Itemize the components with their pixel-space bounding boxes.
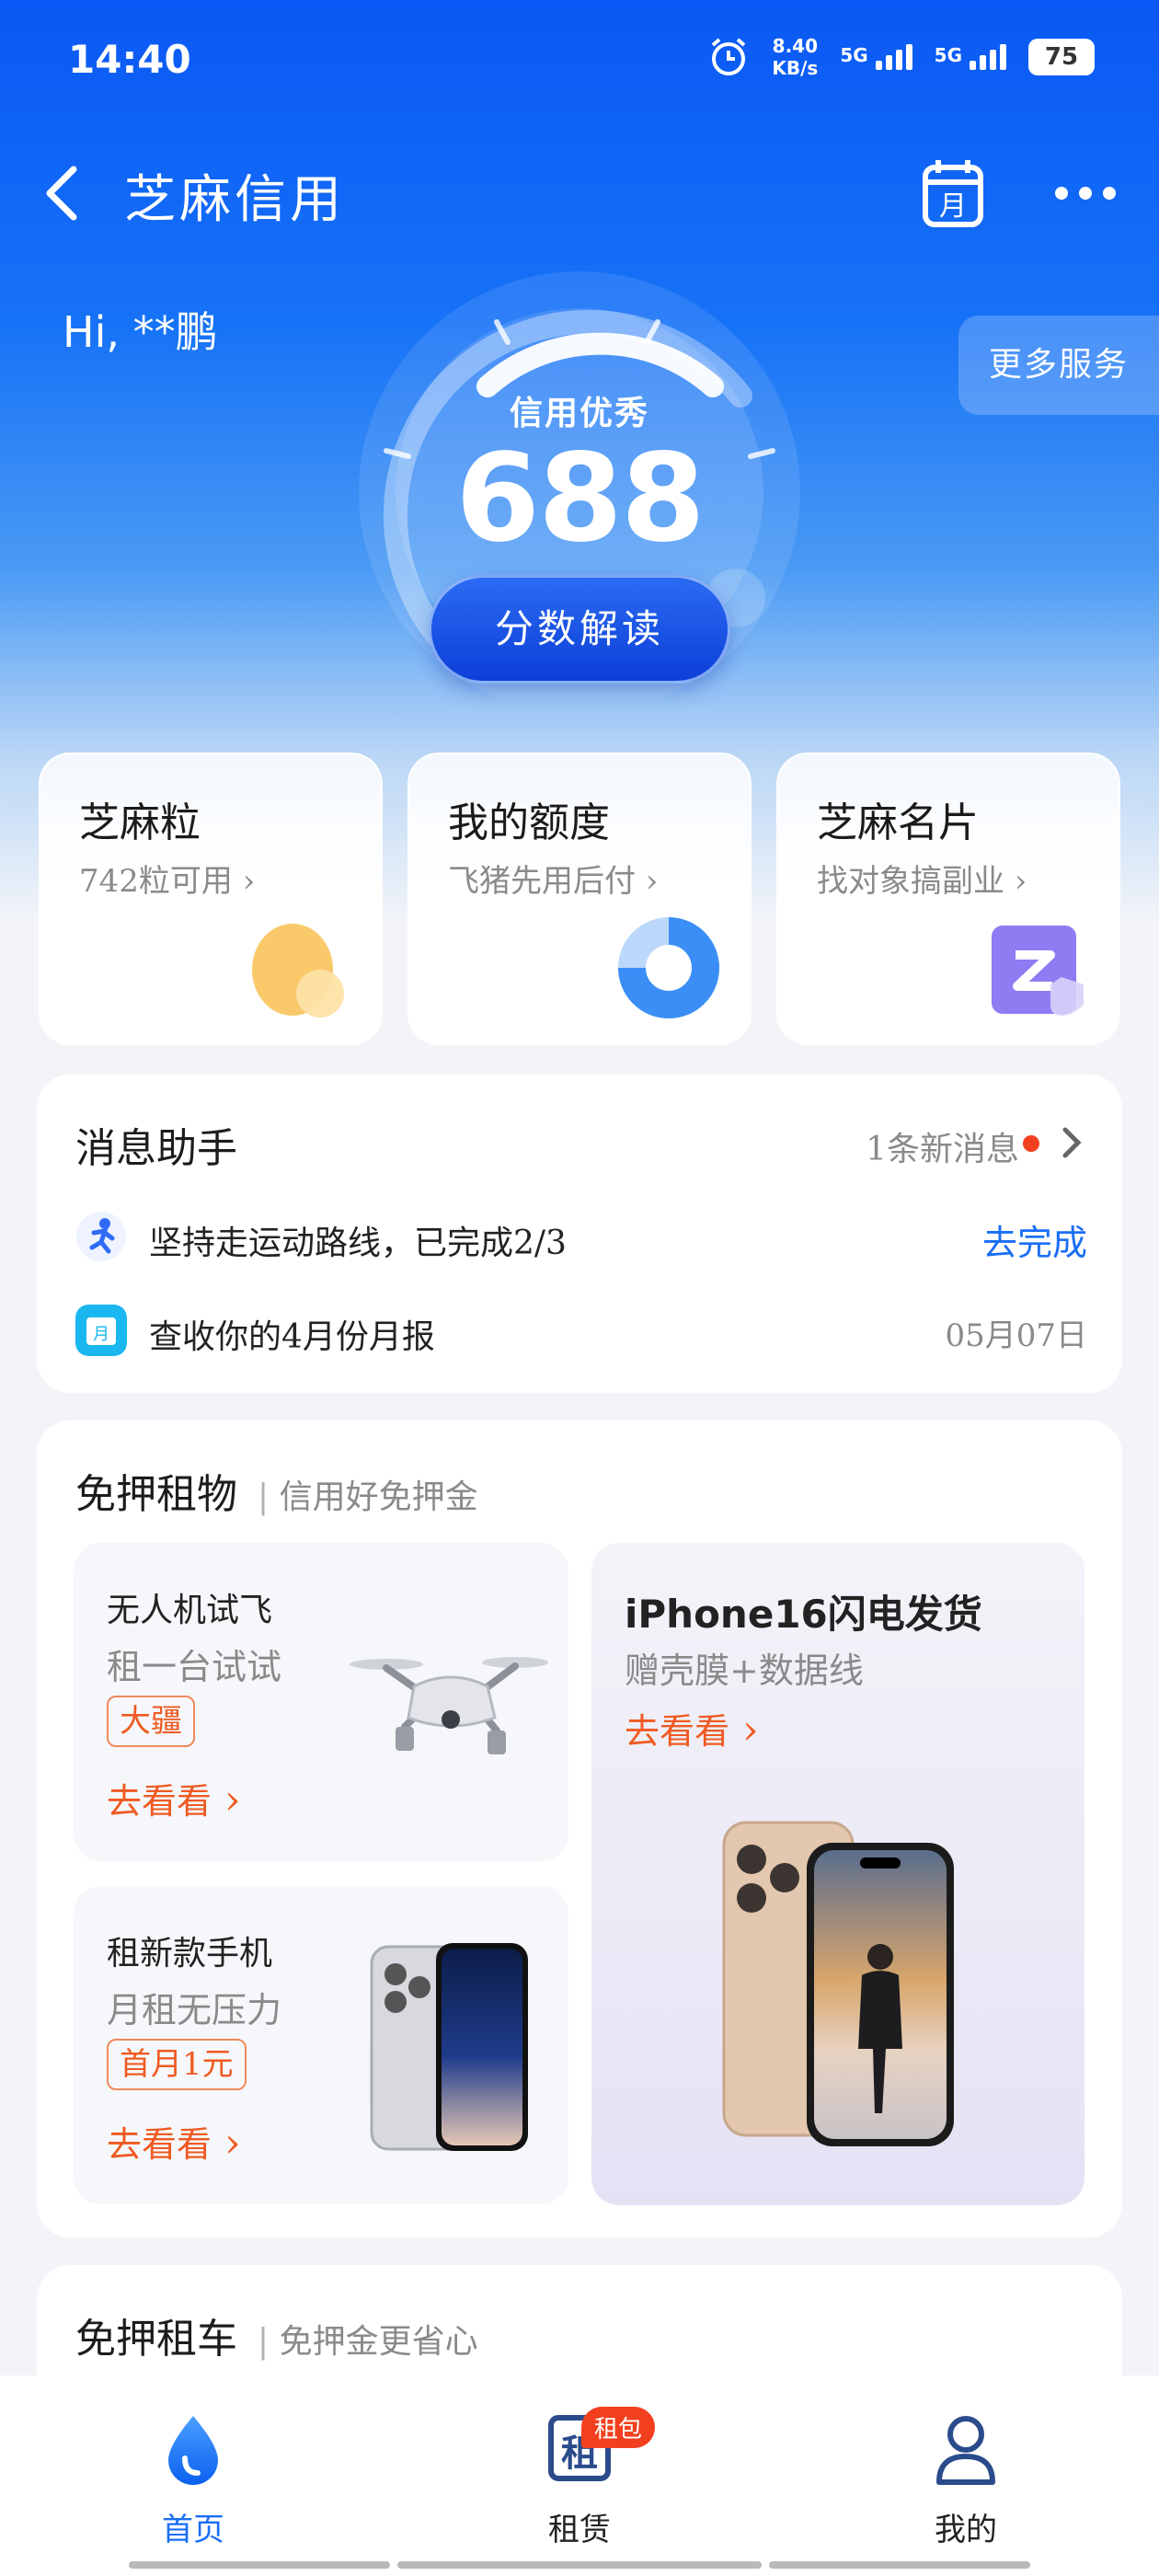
bottom-tab-bar: 首页 租 租包 租赁 我的 — [0, 2375, 1159, 2576]
quick-card-my-limit[interactable]: 我的额度 飞猪先用后付 › — [407, 753, 752, 1045]
more-icon[interactable] — [1049, 175, 1122, 212]
battery-icon: 75 — [1028, 39, 1095, 75]
unread-dot — [1023, 1135, 1039, 1152]
score-interpret-button[interactable]: 分数解读 — [429, 575, 730, 684]
message-assistant-title: 消息助手 — [75, 1125, 237, 1172]
back-icon[interactable] — [37, 156, 92, 230]
view-link[interactable]: 去看看 — [107, 1773, 241, 1823]
tab-home[interactable]: 首页 — [101, 2412, 285, 2550]
section-subtitle: 免押金更省心 — [258, 2315, 478, 2363]
status-bar: 14:40 8.40 KB/s 5G 5G 75 — [0, 0, 1159, 120]
alarm-icon — [712, 38, 746, 75]
phone-rental-tile[interactable]: 租新款手机 月租无压力 首月1元 去看看 — [74, 1886, 568, 2204]
page-title: 芝麻信用 — [124, 170, 345, 230]
calendar-icon: 月 — [75, 1305, 127, 1356]
credit-score: 688 — [455, 428, 706, 569]
more-services-button[interactable]: 更多服务 — [958, 316, 1159, 415]
calendar-icon-glyph: 月 — [939, 190, 967, 223]
drone-tile[interactable]: 无人机试飞 租一台试试 大疆 去看看 — [74, 1543, 568, 1861]
home-drop-icon — [168, 2416, 218, 2485]
quick-card-sesame-namecard[interactable]: 芝麻名片 找对象搞副业 › — [776, 753, 1120, 1045]
phone-image — [370, 1943, 528, 2151]
iphone16-image — [722, 1821, 954, 2146]
status-time: 14:40 — [68, 37, 191, 82]
network-speed: 8.40 KB/s — [772, 35, 819, 79]
view-link[interactable]: 去看看 — [107, 2116, 241, 2167]
running-icon — [76, 1212, 126, 1261]
view-link[interactable]: 去看看 — [625, 1703, 759, 1754]
greeting: Hi, **鹏 — [63, 307, 218, 357]
gesture-bar — [397, 2561, 762, 2569]
credit-score-gauge: 信用优秀 688 分数解读 — [350, 267, 809, 699]
section-title: 免押租车 — [75, 2316, 237, 2363]
signal-icon: 5G — [840, 44, 912, 70]
sesame-grain-icon — [252, 924, 344, 1018]
gesture-bar — [769, 2561, 1030, 2569]
complete-task-link[interactable]: 去完成 — [982, 1214, 1087, 1265]
rental-badge: 租包 — [581, 2407, 656, 2448]
deposit-free-rental-card: 免押租物 信用好免押金 无人机试飞 租一台试试 大疆 去看看 租新款手机 月租无… — [37, 1420, 1122, 2237]
chevron-right-icon[interactable] — [1058, 1122, 1085, 1163]
message-assistant-card: 消息助手 1条新消息 坚持走运动路线，已完成2/3 去完成 月 查收你的4月份月… — [37, 1075, 1122, 1393]
signal-icon: 5G — [935, 44, 1006, 70]
namecard-icon — [992, 926, 1084, 1016]
drone-image — [350, 1657, 548, 1754]
quick-card-sesame-grains[interactable]: 芝麻粒 742粒可用 › — [39, 753, 383, 1045]
section-subtitle: 信用好免押金 — [258, 1470, 478, 1518]
calendar-icon[interactable]: 月 — [920, 156, 986, 230]
brand-tag: 大疆 — [107, 1696, 195, 1747]
profile-icon — [936, 2416, 995, 2485]
message-row[interactable]: 月 查收你的4月份月报 05月07日 — [75, 1305, 1087, 1360]
tab-mine[interactable]: 我的 — [874, 2412, 1058, 2550]
donut-chart-icon — [618, 917, 719, 1018]
message-date: 05月07日 — [945, 1317, 1087, 1354]
calendar-icon-glyph: 月 — [93, 1325, 109, 1344]
nav-bar: 芝麻信用 月 — [0, 138, 1159, 248]
promo-tag: 首月1元 — [107, 2039, 247, 2090]
new-message-count[interactable]: 1条新消息 — [866, 1122, 1019, 1170]
gesture-bar — [129, 2561, 390, 2569]
message-row[interactable]: 坚持走运动路线，已完成2/3 去完成 — [75, 1211, 1087, 1266]
tab-rental[interactable]: 租 租包 租赁 — [488, 2407, 671, 2550]
section-title: 免押租物 — [75, 1471, 237, 1518]
iphone16-featured-tile[interactable]: iPhone16闪电发货 赠壳膜+数据线 去看看 — [591, 1543, 1084, 2205]
